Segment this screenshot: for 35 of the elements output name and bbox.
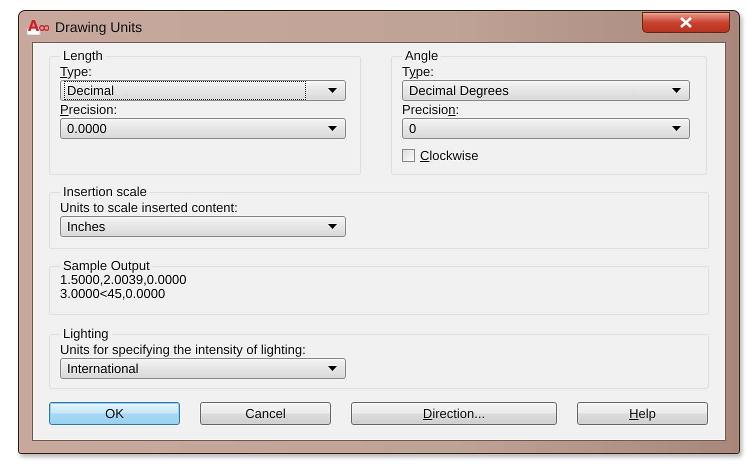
dropdown-arrow-icon (328, 224, 337, 229)
sample-text: 1.5000,2.0039,0.0000 (60, 273, 187, 287)
dropdown-arrow-icon (328, 366, 337, 371)
field-label: Precision: (60, 101, 118, 118)
dropdown-arrow-icon (328, 88, 337, 93)
close-icon (679, 17, 693, 28)
dropdown[interactable]: Inches (60, 216, 346, 237)
group-title: Sample Output (62, 259, 151, 273)
field-label: Type: (402, 63, 434, 80)
app-icon (27, 18, 49, 34)
group-title: Lighting (62, 327, 110, 341)
field-label: Units for specifying the intensity of lighting: (60, 341, 306, 358)
checkbox[interactable] (402, 149, 415, 162)
field-label: Type: (60, 63, 92, 80)
dropdown-arrow-icon (672, 88, 681, 93)
dropdown-arrow-icon (672, 126, 681, 131)
dropdown[interactable]: 0.0000 (60, 118, 346, 139)
field-label: Units to scale inserted content: (60, 199, 238, 216)
field-label: Precision: (402, 101, 460, 118)
dialog-button[interactable]: OK (49, 402, 180, 425)
dropdown-arrow-icon (328, 126, 337, 131)
group-title: Length (62, 49, 104, 63)
group-title: Angle (404, 49, 440, 63)
dialog-button[interactable]: Help (577, 402, 708, 425)
dropdown[interactable]: International (60, 358, 346, 379)
dialog-button[interactable]: Cancel (200, 402, 331, 425)
sample-text: 3.0000<45,0.0000 (60, 287, 166, 301)
dropdown[interactable]: 0 (402, 118, 690, 139)
dropdown[interactable]: Decimal Degrees (402, 80, 690, 101)
group-title: Insertion scale (62, 185, 148, 199)
close-button[interactable] (642, 12, 730, 33)
dropdown[interactable]: Decimal (60, 80, 346, 101)
dialog-button[interactable]: Direction... (351, 402, 557, 425)
window-title: Drawing Units (55, 18, 142, 34)
checkbox-label[interactable]: Clockwise (420, 147, 479, 164)
